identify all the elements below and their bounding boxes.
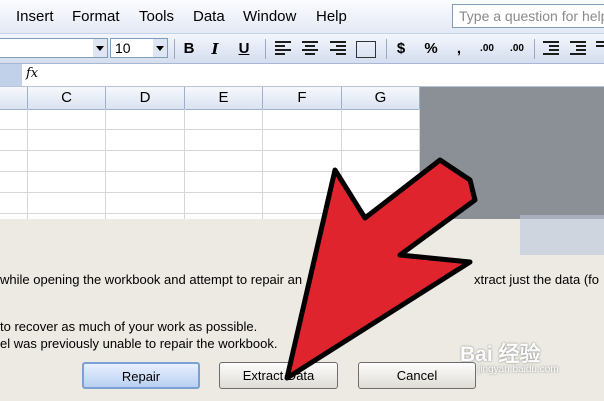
arrow-shape — [284, 157, 478, 381]
baidu-watermark-url: jingyan.baidu.com — [478, 364, 559, 375]
